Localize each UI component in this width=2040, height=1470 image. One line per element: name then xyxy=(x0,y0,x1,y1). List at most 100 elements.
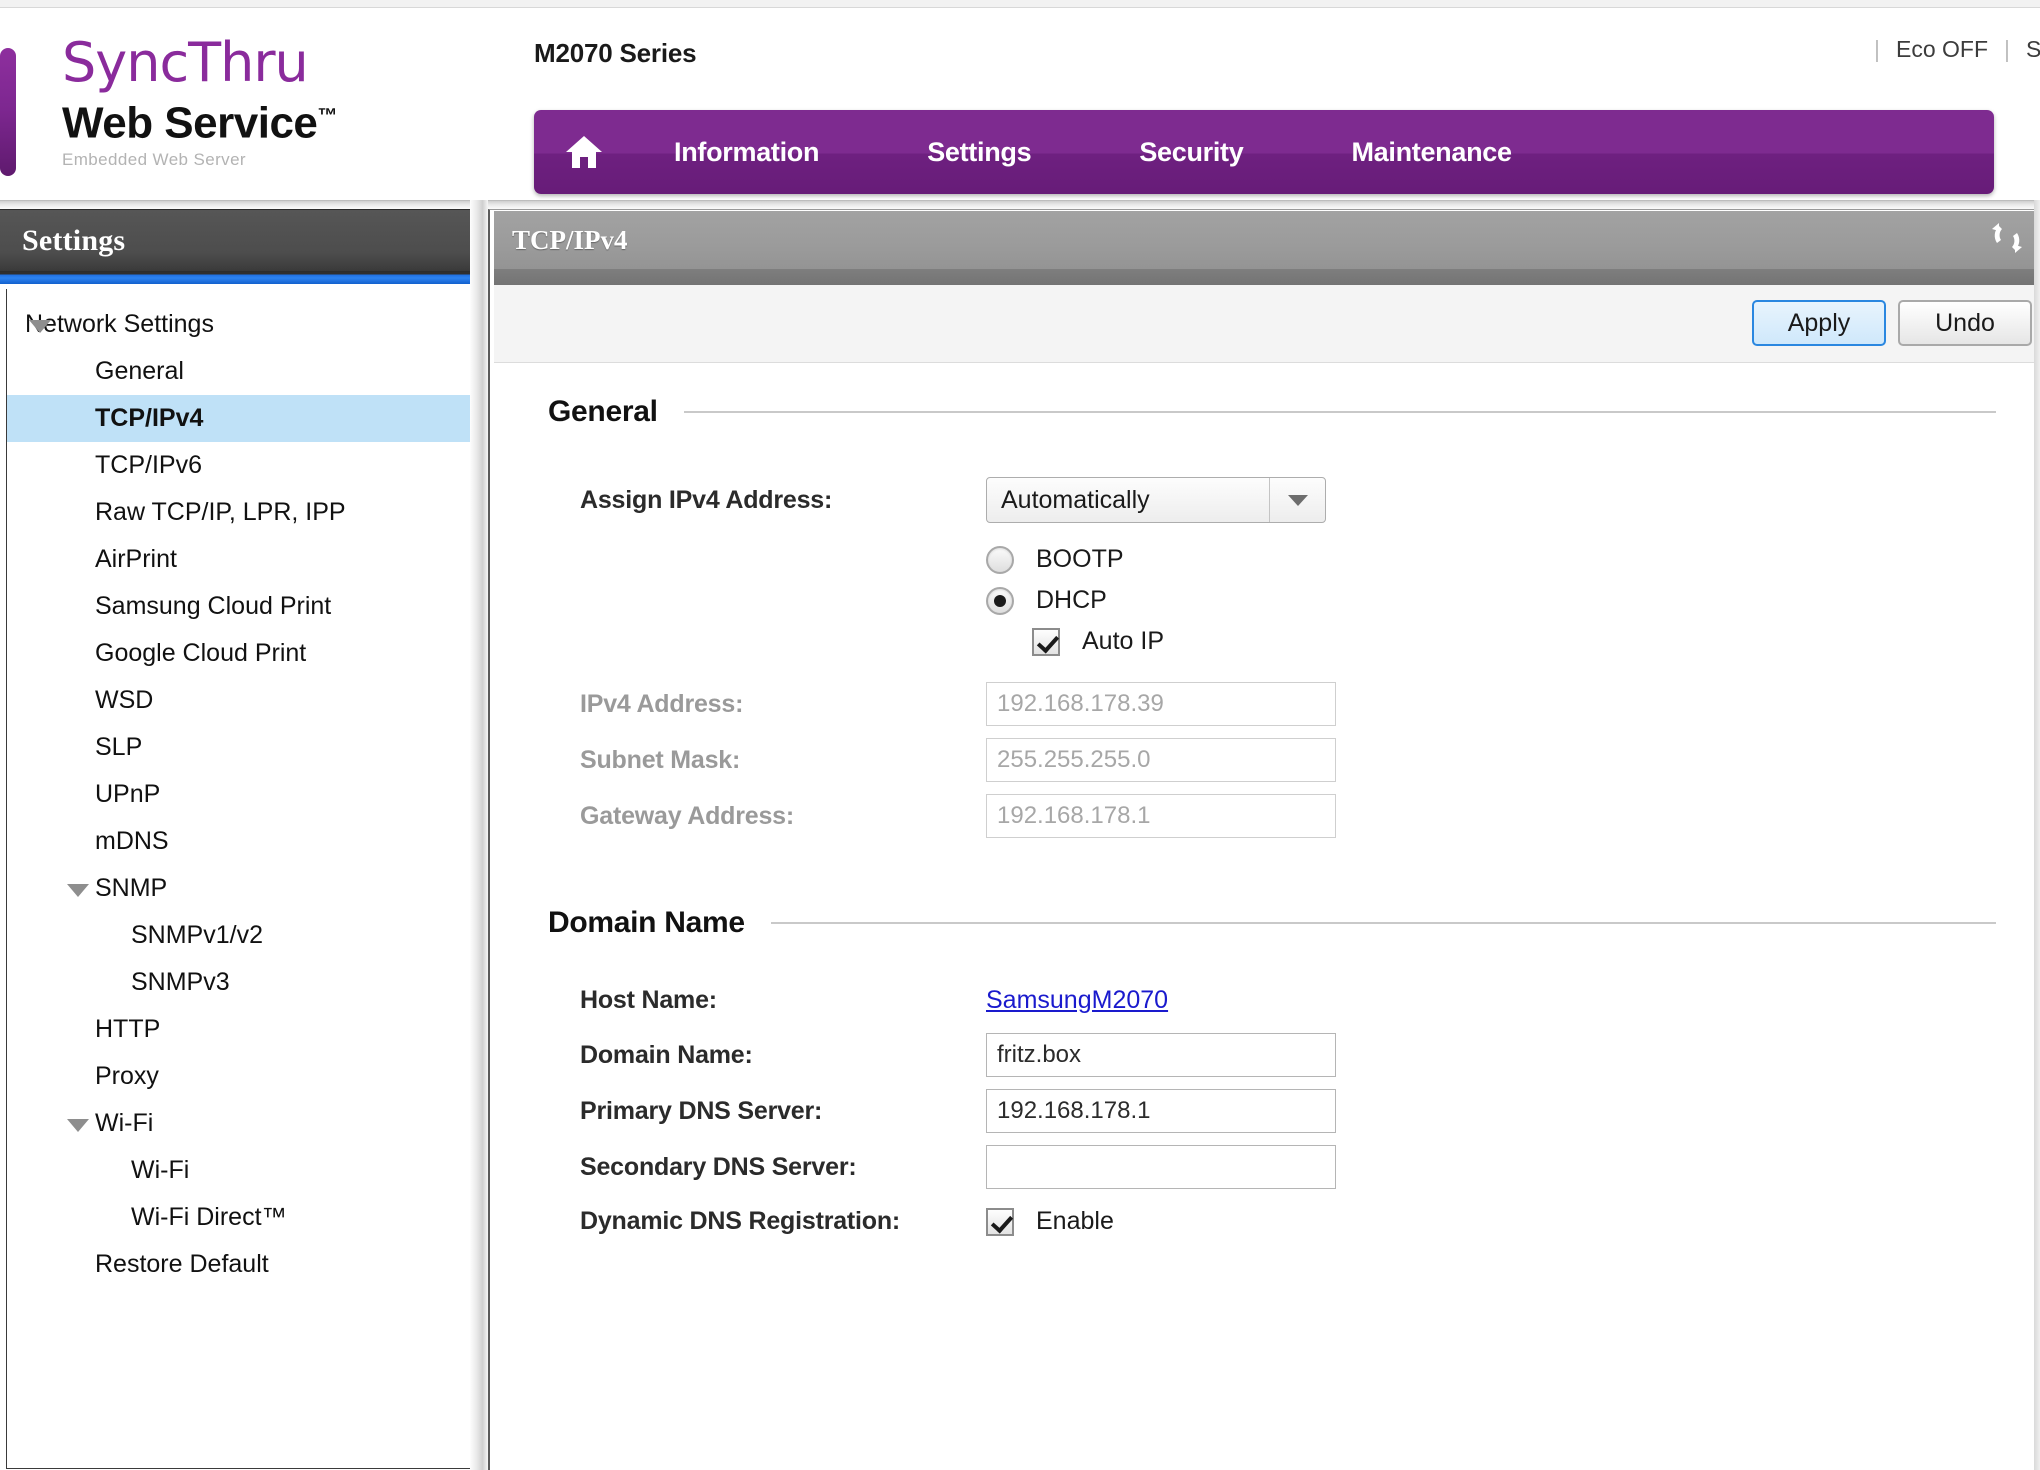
section-domain-name: Domain Name xyxy=(494,906,2040,940)
sidebar-item-upnp[interactable]: UPnP xyxy=(7,771,471,818)
sidebar-item-tcp-ipv4[interactable]: TCP/IPv4 xyxy=(7,395,471,442)
sidebar-item-restore-default[interactable]: Restore Default xyxy=(7,1241,471,1288)
model-title: M2070 Series xyxy=(534,38,697,68)
secondary-dns-input[interactable] xyxy=(986,1145,1336,1189)
option-dhcp: DHCP xyxy=(494,586,2040,615)
body-top-bevel xyxy=(0,200,2040,209)
sidebar-item-label: Network Settings xyxy=(25,310,214,338)
sidebar-item-airprint[interactable]: AirPrint xyxy=(7,536,471,583)
logo-accent-bar xyxy=(0,48,16,176)
sidebar-item-label: WSD xyxy=(95,686,154,714)
signin-link-clipped[interactable]: S xyxy=(2026,36,2040,63)
settings-form: General Assign IPv4 Address: Automatical… xyxy=(494,367,2040,1468)
ddns-enable-row[interactable]: Enable xyxy=(986,1207,1114,1236)
bootp-radio[interactable] xyxy=(986,545,1014,574)
ddns-enable-label: Enable xyxy=(1036,1207,1114,1235)
ddns-enable-checkbox[interactable] xyxy=(986,1207,1014,1236)
sidebar-item-label: SNMP xyxy=(95,874,168,902)
right-edge-scroll[interactable] xyxy=(2034,200,2040,1470)
sidebar-item-label: Google Cloud Print xyxy=(95,639,307,667)
sidebar-menu: Network Settings General TCP/IPv4 TCP/IPv6 R… xyxy=(6,289,472,1469)
panel-header-shadow xyxy=(494,269,2040,285)
gateway-address-input[interactable]: 192.168.178.1 xyxy=(986,794,1336,838)
sidebar-accent-line xyxy=(0,272,482,284)
secondary-dns-label: Secondary DNS Server: xyxy=(580,1152,857,1181)
nav-item-settings[interactable]: Settings xyxy=(887,137,1071,168)
sidebar-item-general[interactable]: General xyxy=(7,348,471,395)
home-icon[interactable] xyxy=(534,133,634,171)
sidebar-item-label: SNMPv1/v2 xyxy=(131,921,263,949)
window-top-strip xyxy=(0,0,2040,8)
field-domain-name: Domain Name: fritz.box xyxy=(494,1033,2040,1077)
sidebar-item-label: mDNS xyxy=(95,827,169,855)
option-bootp: BOOTP xyxy=(494,545,2040,574)
sidebar-item-label: SNMPv3 xyxy=(131,968,230,996)
apply-button[interactable]: Apply xyxy=(1752,300,1886,346)
page-body: Settings Network Settings General TCP/IPv4… xyxy=(0,200,2040,1470)
syncthru-logo: SyncThru Web Service™ Embedded Web Serve… xyxy=(62,34,337,170)
domain-name-input[interactable]: fritz.box xyxy=(986,1033,1336,1077)
sidebar-item-label: Wi-Fi xyxy=(95,1109,154,1137)
sidebar-item-tcp-ipv6[interactable]: TCP/IPv6 xyxy=(7,442,471,489)
sidebar-item-raw-tcp-ip-lpr-ipp[interactable]: Raw TCP/IP, LPR, IPP xyxy=(7,489,471,536)
sidebar-item-snmp[interactable]: SNMP xyxy=(7,865,471,912)
sidebar-item-label: Wi-Fi Direct™ xyxy=(131,1203,287,1231)
bootp-row[interactable]: BOOTP xyxy=(986,545,1124,574)
section-rule xyxy=(683,411,1996,413)
content-pane: TCP/IPv4 Apply Undo General Assign IPv4 … xyxy=(488,209,2040,1470)
chevron-down-icon[interactable] xyxy=(29,319,51,333)
host-name-link[interactable]: SamsungM2070 xyxy=(986,986,1168,1015)
trademark-symbol: ™ xyxy=(317,105,337,127)
sidebar-item-http[interactable]: HTTP xyxy=(7,1006,471,1053)
refresh-icon[interactable] xyxy=(1986,217,2028,264)
section-rule xyxy=(770,922,1996,924)
chevron-down-icon[interactable] xyxy=(1269,478,1325,522)
sidebar-item-label: TCP/IPv6 xyxy=(95,451,202,479)
subnet-mask-input[interactable]: 255.255.255.0 xyxy=(986,738,1336,782)
sidebar-item-label: UPnP xyxy=(95,780,161,808)
logo-line-syncthru: SyncThru xyxy=(62,31,309,94)
section-domain-title: Domain Name xyxy=(548,906,745,939)
dhcp-row[interactable]: DHCP xyxy=(986,586,1107,615)
sidebar-item-label: HTTP xyxy=(95,1015,161,1043)
sidebar-item-mdns[interactable]: mDNS xyxy=(7,818,471,865)
sidebar-item-wi-fi-direct[interactable]: Wi-Fi Direct™ xyxy=(7,1194,471,1241)
auto-ip-checkbox[interactable] xyxy=(1032,627,1060,656)
dhcp-radio[interactable] xyxy=(986,586,1014,615)
sidebar-item-label: SLP xyxy=(95,733,143,761)
nav-item-information[interactable]: Information xyxy=(634,137,859,168)
assign-ipv4-select[interactable]: Automatically xyxy=(986,477,1326,523)
dhcp-label: DHCP xyxy=(1036,586,1107,614)
undo-button[interactable]: Undo xyxy=(1898,300,2032,346)
sidebar-item-label: Wi-Fi xyxy=(131,1156,190,1184)
sidebar-header: Settings xyxy=(0,209,482,272)
sidebar-item-proxy[interactable]: Proxy xyxy=(7,1053,471,1100)
sidebar-item-google-cloud-print[interactable]: Google Cloud Print xyxy=(7,630,471,677)
sidebar-item-slp[interactable]: SLP xyxy=(7,724,471,771)
sidebar-item-label: General xyxy=(95,357,184,385)
main-navigation: Information Settings Security Maintenanc… xyxy=(534,110,1994,194)
chevron-down-icon[interactable] xyxy=(67,1118,89,1132)
sidebar-item-label: Proxy xyxy=(95,1062,159,1090)
sidebar-item-snmpv3[interactable]: SNMPv3 xyxy=(7,959,471,1006)
sidebar-item-wi-fi[interactable]: Wi-Fi xyxy=(7,1100,471,1147)
nav-item-maintenance[interactable]: Maintenance xyxy=(1311,137,1551,168)
auto-ip-row[interactable]: Auto IP xyxy=(1032,627,1164,656)
primary-dns-input[interactable]: 192.168.178.1 xyxy=(986,1089,1336,1133)
sidebar-item-snmpv1-v2[interactable]: SNMPv1/v2 xyxy=(7,912,471,959)
chevron-down-icon[interactable] xyxy=(67,883,89,897)
action-bar: Apply Undo xyxy=(494,285,2040,363)
sidebar-item-wi-fi[interactable]: Wi-Fi xyxy=(7,1147,471,1194)
field-primary-dns: Primary DNS Server: 192.168.178.1 xyxy=(494,1089,2040,1133)
nav-item-security[interactable]: Security xyxy=(1099,137,1283,168)
field-gateway-address: Gateway Address: 192.168.178.1 xyxy=(494,794,2040,838)
ipv4-address-input[interactable]: 192.168.178.39 xyxy=(986,682,1336,726)
panel-header: TCP/IPv4 xyxy=(494,211,2040,269)
gateway-address-label: Gateway Address: xyxy=(580,801,795,830)
eco-status[interactable]: Eco OFF xyxy=(1896,36,1988,63)
primary-dns-label: Primary DNS Server: xyxy=(580,1096,823,1125)
sidebar-item-wsd[interactable]: WSD xyxy=(7,677,471,724)
sidebar-item-network-settings[interactable]: Network Settings xyxy=(7,301,471,348)
sidebar-item-samsung-cloud-print[interactable]: Samsung Cloud Print xyxy=(7,583,471,630)
header-utility-bar: | Eco OFF | S xyxy=(1858,36,2040,63)
